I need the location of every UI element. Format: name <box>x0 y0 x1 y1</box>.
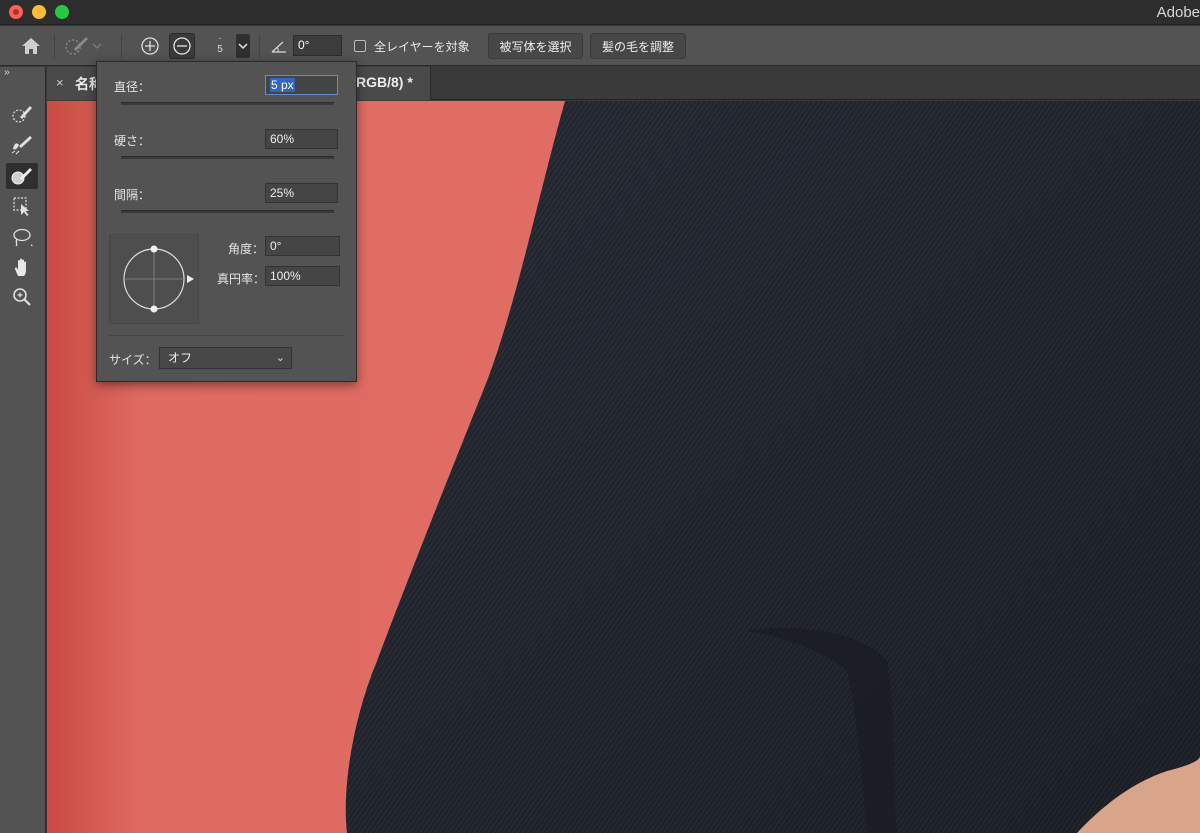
brush-angle-field[interactable]: 0° <box>265 236 340 256</box>
brush-preset-picker[interactable] <box>64 33 114 59</box>
spacing-slider[interactable] <box>121 210 334 213</box>
add-to-selection-button[interactable] <box>138 34 162 58</box>
separator <box>54 34 55 58</box>
roundness-input[interactable]: 100% <box>265 266 340 286</box>
window-minimize-button[interactable] <box>32 5 46 19</box>
chevron-down-icon <box>238 43 248 50</box>
brush-settings-popup: 直径： 5 px 硬さ： 60% 間隔： 25% 角度： 0° 真円率： 100… <box>96 61 357 382</box>
diameter-label: 直径： <box>114 80 151 94</box>
diameter-slider[interactable] <box>121 102 334 105</box>
window-title-bar: Adobe <box>0 0 1200 25</box>
options-bar: · 5 0° 全レイヤーを対象 被写体を選択 髪の毛を調整 <box>0 26 1200 66</box>
quick-selection-brush-icon <box>12 106 32 123</box>
brush-tool[interactable] <box>6 163 38 189</box>
object-selection-tool[interactable] <box>6 193 38 219</box>
separator <box>259 34 260 58</box>
home-button[interactable] <box>14 34 48 58</box>
spacing-input[interactable]: 25% <box>265 183 338 203</box>
zoom-tool[interactable] <box>6 284 38 310</box>
sample-all-layers-checkbox[interactable] <box>354 40 366 52</box>
brush-size-value: 5 <box>217 44 223 55</box>
brush-angle-label: 角度： <box>228 242 265 256</box>
document-tab-title-suffix: RGB/8) * <box>356 74 413 90</box>
close-tab-button[interactable]: × <box>56 75 64 90</box>
zoom-icon <box>13 288 31 306</box>
refine-edge-brush-tool[interactable] <box>6 132 38 158</box>
window-zoom-button[interactable] <box>55 5 69 19</box>
angle-handle-arrow[interactable] <box>187 275 194 283</box>
window-close-button[interactable] <box>9 5 23 19</box>
brush-shape-preview[interactable] <box>109 234 199 324</box>
brush-icon <box>11 168 32 185</box>
subtract-from-selection-button[interactable] <box>169 33 195 59</box>
home-icon <box>22 38 40 54</box>
hardness-input[interactable]: 60% <box>265 129 338 149</box>
diameter-value: 5 px <box>270 78 295 92</box>
brush-size-preview[interactable]: · 5 <box>214 33 226 55</box>
collapse-panel-button[interactable]: ›› <box>4 67 10 78</box>
size-control-value: オフ <box>168 351 193 365</box>
size-control-select[interactable]: オフ ⌄ <box>159 347 292 369</box>
quick-selection-brush-icon <box>65 37 88 55</box>
roundness-handle-top[interactable] <box>150 245 158 253</box>
roundness-label: 真円率： <box>217 272 266 286</box>
hardness-slider[interactable] <box>121 156 334 159</box>
spacing-label: 間隔： <box>114 188 151 202</box>
hand-icon <box>14 258 26 276</box>
diameter-input[interactable]: 5 px <box>265 75 338 95</box>
brush-angle-input[interactable]: 0° <box>293 35 342 56</box>
select-subject-button[interactable]: 被写体を選択 <box>488 33 583 59</box>
lasso-icon <box>13 228 33 247</box>
brush-dot-icon: · <box>218 33 222 44</box>
brush-settings-dropdown[interactable] <box>236 34 250 58</box>
lasso-tool[interactable] <box>6 224 38 250</box>
chevron-down-icon: ⌄ <box>275 352 285 364</box>
hand-tool[interactable] <box>6 254 38 280</box>
separator <box>121 34 122 58</box>
angle-icon <box>270 37 288 55</box>
size-control-label: サイズ： <box>109 353 157 367</box>
refine-edge-brush-icon <box>11 136 32 155</box>
object-selection-icon <box>13 197 29 216</box>
roundness-handle-bottom[interactable] <box>150 305 158 313</box>
subtract-from-selection-icon <box>173 37 191 55</box>
add-to-selection-icon <box>141 37 159 55</box>
hardness-label: 硬さ： <box>114 134 151 148</box>
divider <box>109 335 344 336</box>
tools-panel: ›› <box>0 67 46 833</box>
quick-selection-brush-tool[interactable] <box>6 101 38 127</box>
app-title: Adobe <box>1156 4 1200 21</box>
sample-all-layers-label: 全レイヤーを対象 <box>374 40 470 54</box>
refine-hair-button[interactable]: 髪の毛を調整 <box>590 33 686 59</box>
chevron-down-icon <box>92 43 102 49</box>
